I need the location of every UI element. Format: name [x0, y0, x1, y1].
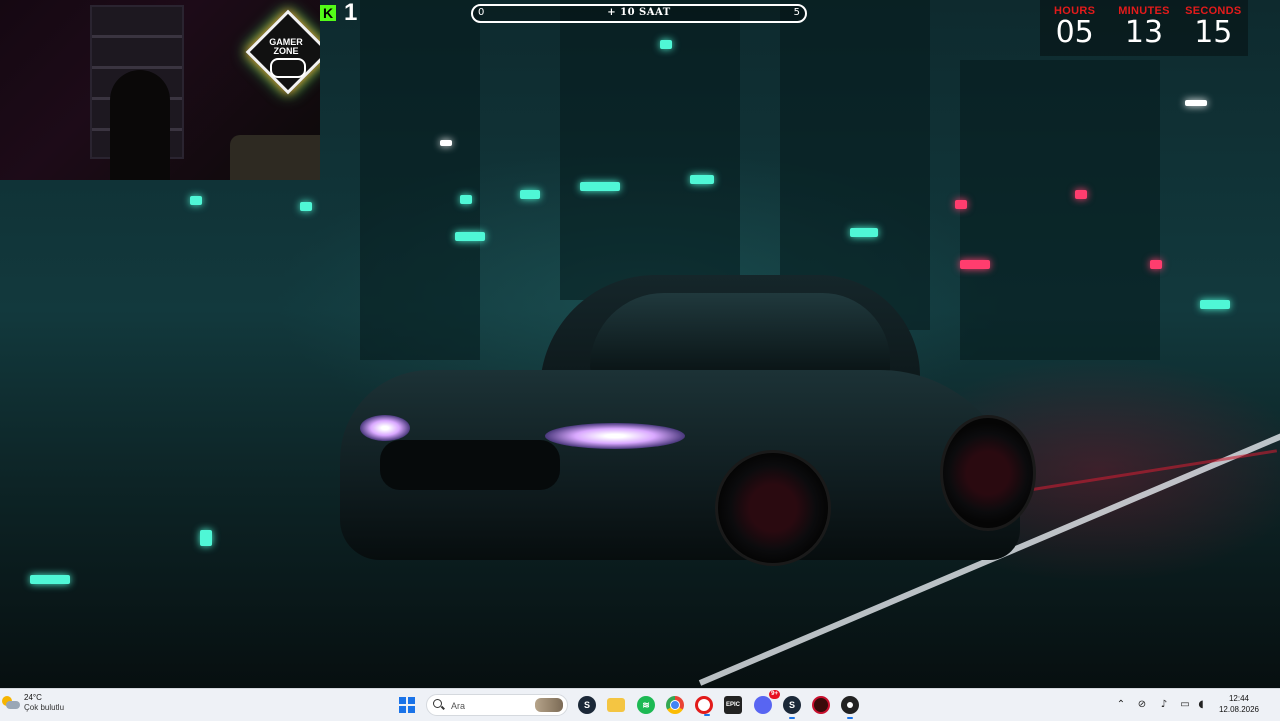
search-input[interactable]	[449, 698, 533, 714]
subathon-progress-bar: 0 + 10 SAAT 5	[471, 4, 807, 23]
neon-window	[190, 196, 202, 205]
opera-icon[interactable]	[695, 696, 713, 716]
gamepad-icon	[270, 58, 306, 78]
steam-icon-2[interactable]: S	[783, 696, 801, 719]
spotify-icon[interactable]: ≋	[637, 696, 655, 714]
neon-window	[1185, 100, 1207, 106]
viewer-count: 1	[344, 0, 358, 26]
epic-games-icon[interactable]: EPIC	[724, 696, 742, 714]
clock-date: 12.08.2026	[1218, 705, 1260, 714]
neon-window	[455, 232, 485, 241]
neon-window	[580, 182, 620, 191]
clock-time: 12:44	[1228, 694, 1250, 703]
system-clock[interactable]: 12:44 12.08.2026	[1214, 693, 1264, 715]
car-illustration	[340, 275, 1036, 585]
car-wheel	[940, 415, 1036, 531]
search-icon	[433, 699, 442, 708]
timer-seconds: SECONDS 15	[1179, 0, 1248, 56]
neon-window	[955, 200, 967, 209]
car-windshield	[590, 293, 890, 373]
windows-start-icon-tile	[408, 706, 415, 713]
minutes-value: 13	[1124, 15, 1164, 50]
windows-start-icon	[399, 697, 406, 704]
neon-window	[30, 575, 70, 584]
folder-icon[interactable]	[607, 698, 625, 712]
partly-cloudy-icon	[2, 696, 20, 710]
windows-start-button[interactable]	[399, 697, 415, 713]
car-headlight	[545, 423, 685, 449]
network-off-icon[interactable]: ⊘	[1136, 699, 1148, 711]
weather-temperature: 24°C	[24, 693, 42, 702]
car-wheel	[715, 450, 831, 566]
speaker-icon[interactable]: ◖	[1195, 699, 1207, 711]
chevron-up-icon[interactable]: ⌃	[1115, 699, 1127, 711]
chrome-icon[interactable]	[666, 696, 684, 714]
progress-goal-label: + 10 SAAT	[607, 7, 671, 18]
search-highlight-image	[535, 698, 563, 712]
wallpaper-building	[560, 0, 740, 300]
weather-condition: Çok bulutlu	[24, 703, 65, 712]
logo-text-zone: ZONE	[273, 46, 299, 56]
windows-start-icon-tile	[408, 697, 415, 704]
neon-window	[300, 202, 312, 211]
taskbar-search-box[interactable]	[426, 694, 568, 716]
microphone-icon[interactable]: ♪	[1158, 699, 1170, 711]
neon-window	[1075, 190, 1087, 199]
neon-window	[440, 140, 452, 146]
red-app-icon[interactable]	[812, 696, 830, 714]
webcam-streamer	[110, 70, 170, 180]
timer-hours: HOURS 05	[1040, 0, 1109, 56]
taskbar: 24°C Çok bulutlu S ≋ EPIC 9+ S ⌃ ⊘ ♪ ▭ ◖…	[0, 688, 1280, 721]
countdown-timer: HOURS 05 MINUTES 13 SECONDS 15	[1040, 0, 1248, 56]
progress-max-label: 5	[793, 7, 800, 18]
windows-start-icon-tile	[399, 706, 406, 713]
neon-window	[960, 260, 990, 269]
display-icon[interactable]: ▭	[1179, 699, 1191, 711]
neon-window	[690, 175, 714, 184]
neon-window	[200, 530, 212, 546]
steam-icon[interactable]: S	[578, 696, 596, 714]
neon-window	[660, 40, 672, 49]
car-grille	[380, 440, 560, 490]
car-headlight	[360, 415, 410, 441]
road-lane-line	[1019, 449, 1278, 493]
neon-window	[1150, 260, 1162, 269]
neon-window	[460, 195, 472, 204]
kick-viewer-widget: K 1	[320, 0, 357, 26]
weather-widget[interactable]: 24°C Çok bulutlu	[2, 693, 64, 713]
neon-window	[850, 228, 878, 237]
neon-window	[520, 190, 540, 199]
gamer-zone-logo: GAMER ZONE	[245, 9, 320, 100]
obs-icon[interactable]	[841, 696, 859, 719]
kick-logo-icon: K	[320, 5, 336, 21]
hours-value: 05	[1055, 15, 1094, 50]
timer-minutes: MINUTES 13	[1109, 0, 1178, 56]
discord-icon[interactable]: 9+	[754, 690, 780, 714]
gamer-zone-logo-text: GAMER ZONE	[250, 38, 320, 56]
seconds-value: 15	[1194, 15, 1233, 50]
neon-window	[1200, 300, 1230, 309]
webcam-sofa	[230, 135, 320, 180]
discord-badge: 9+	[769, 690, 780, 699]
webcam-overlay: GAMER ZONE	[0, 0, 320, 180]
